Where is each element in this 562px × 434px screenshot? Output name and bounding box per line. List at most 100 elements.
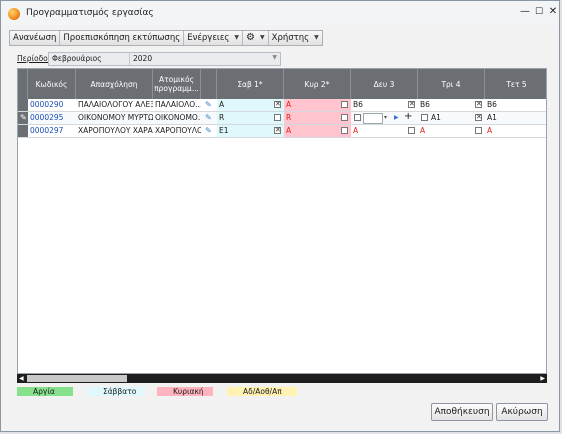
checkbox-checked[interactable]: ✕ xyxy=(274,101,281,108)
checkbox[interactable] xyxy=(341,101,348,108)
close-icon[interactable]: ✕ xyxy=(546,6,560,18)
print-preview-button[interactable]: Προεπισκόπηση εκτύπωσης xyxy=(60,31,185,45)
checkbox[interactable] xyxy=(274,114,281,121)
checkbox-checked[interactable]: ✕ xyxy=(475,114,482,121)
window-title: Προγραμματισμός εργασίας xyxy=(26,8,154,18)
table-row[interactable]: 0000297 ΧΑΡΟΠΟΥΛΟΥ ΧΑΡΑ Α... ΧΑΡΟΠΟΥΛΟ..… xyxy=(18,125,546,138)
shift-code: R xyxy=(219,113,225,122)
toolbar: Ανανέωση Προεπισκόπηση εκτύπωσης Ενέργει… xyxy=(9,30,323,46)
checkbox-checked[interactable]: ✕ xyxy=(475,101,482,108)
app-icon xyxy=(8,8,20,20)
cell-day-4[interactable]: A xyxy=(418,125,485,137)
checkbox-checked[interactable]: ✕ xyxy=(274,127,281,134)
shift-code: A xyxy=(286,126,292,135)
header-employment[interactable]: Απασχόληση xyxy=(76,69,153,99)
cell-code: 0000295 xyxy=(30,113,64,122)
legend-leave: Αδ/Αοθ/Απ xyxy=(227,386,299,396)
minimize-icon[interactable]: — xyxy=(518,6,532,18)
header-edit xyxy=(201,69,217,99)
shift-code: A1 xyxy=(431,113,441,122)
header-day-3[interactable]: Δευ 3 xyxy=(351,69,418,99)
shift-code: A xyxy=(353,126,359,135)
pencil-icon[interactable]: ✎ xyxy=(205,113,212,122)
cell-day-5[interactable]: A1 xyxy=(485,112,546,124)
play-icon[interactable]: ▶ xyxy=(394,112,399,124)
cell-day-3[interactable]: B6 ✕ xyxy=(351,99,418,111)
cell-program: ΧΑΡΟΠΟΥΛΟ... xyxy=(155,126,201,135)
cell-day-2[interactable]: A xyxy=(284,99,351,111)
chevron-down-icon[interactable]: ▾ xyxy=(384,112,387,124)
pencil-icon[interactable]: ✎ xyxy=(205,100,212,109)
sunday-swatch: Κυριακή xyxy=(157,386,213,396)
refresh-label: Ανανέωση xyxy=(13,33,57,43)
actions-menu-button[interactable]: Ενέργειες ▼ xyxy=(184,31,244,45)
cell-employment: ΧΑΡΟΠΟΥΛΟΥ ΧΑΡΑ Α... xyxy=(78,126,153,135)
period-selector[interactable]: Φεβρουάριος 2020 ▼ xyxy=(48,52,281,66)
title-bar: Προγραμματισμός εργασίας — ☐ ✕ xyxy=(1,1,559,25)
legend-holiday-label: Αργία xyxy=(33,386,55,396)
cell-code: 0000297 xyxy=(30,126,64,135)
cell-day-2[interactable]: R xyxy=(284,112,351,124)
cell-employment: ΠΑΛΑΙΟΛΟΓΟΥ ΑΛΕΞ... xyxy=(78,100,153,109)
row-marker[interactable] xyxy=(18,125,28,137)
shift-code: A xyxy=(219,100,225,109)
shift-input[interactable] xyxy=(363,113,383,124)
header-code[interactable]: Κωδικός xyxy=(28,69,76,99)
scroll-right-icon[interactable]: ▶ xyxy=(540,374,545,383)
cancel-button[interactable]: Ακύρωση xyxy=(496,403,548,421)
cell-day-4[interactable]: B6 ✕ xyxy=(418,99,485,111)
checkbox[interactable] xyxy=(341,114,348,121)
gear-icon: ⚙ xyxy=(246,32,255,43)
chevron-down-icon: ▼ xyxy=(272,54,277,61)
cell-day-4[interactable]: A1 ✕ xyxy=(418,112,485,124)
cell-employment: ΟΙΚΟΝΟΜΟΥ ΜΥΡΤΩ ... xyxy=(78,113,153,122)
shift-code: R xyxy=(286,113,292,122)
schedule-grid: Κωδικός Απασχόληση Ατομικός προγραμμ... … xyxy=(17,68,547,374)
cell-day-1[interactable]: A ✕ xyxy=(217,99,284,111)
header-row-marker xyxy=(18,69,28,99)
header-day-4[interactable]: Τρι 4 xyxy=(418,69,485,99)
pencil-icon[interactable]: ✎ xyxy=(205,126,212,135)
user-menu-button[interactable]: Χρήστης ▼ xyxy=(269,31,322,45)
shift-code: A xyxy=(286,100,292,109)
table-row[interactable]: 0000290 ΠΑΛΑΙΟΛΟΓΟΥ ΑΛΕΞ... ΠΑΛΑΙΟΛΟ... … xyxy=(18,99,546,112)
table-row[interactable]: ✎ 0000295 ΟΙΚΟΝΟΜΟΥ ΜΥΡΤΩ ... ΟΙΚΟΝΟΜΟ..… xyxy=(18,112,546,125)
scroll-left-icon[interactable]: ◀ xyxy=(19,374,24,383)
shift-code: E1 xyxy=(219,126,229,135)
cell-day-1[interactable]: E1 ✕ xyxy=(217,125,284,137)
checkbox[interactable] xyxy=(475,127,482,134)
checkbox[interactable] xyxy=(354,114,361,121)
cell-day-2[interactable]: A xyxy=(284,125,351,137)
checkbox[interactable] xyxy=(421,114,428,121)
dialog-window: Προγραμματισμός εργασίας — ☐ ✕ Ανανέωση … xyxy=(0,0,560,432)
header-program[interactable]: Ατομικός προγραμμ... xyxy=(153,69,201,99)
cell-program: ΟΙΚΟΝΟΜΟ... xyxy=(155,113,201,122)
cell-day-1[interactable]: R xyxy=(217,112,284,124)
holiday-swatch: Αργία xyxy=(17,386,73,396)
plus-icon[interactable]: + xyxy=(404,112,412,123)
header-day-5[interactable]: Τετ 5 xyxy=(485,69,546,99)
cell-day-5[interactable]: A xyxy=(485,125,546,137)
period-year: 2020 xyxy=(133,54,153,63)
chevron-down-icon: ▼ xyxy=(314,34,319,41)
cell-day-5[interactable]: B6 xyxy=(485,99,546,111)
settings-menu-button[interactable]: ⚙ ▼ xyxy=(243,31,269,45)
cell-day-3-editor[interactable]: ▾ ▶ + xyxy=(351,112,418,124)
saturday-swatch: Σάββατο xyxy=(87,386,143,396)
checkbox[interactable] xyxy=(341,127,348,134)
scrollbar-thumb[interactable] xyxy=(27,375,127,382)
checkbox-checked[interactable]: ✕ xyxy=(408,101,415,108)
header-day-2[interactable]: Κυρ 2* xyxy=(284,69,351,99)
row-marker[interactable] xyxy=(18,99,28,111)
horizontal-scrollbar[interactable]: ◀ ▶ xyxy=(17,374,547,383)
row-marker-current[interactable]: ✎ xyxy=(18,112,28,124)
shift-code: B6 xyxy=(487,100,497,109)
checkbox[interactable] xyxy=(408,127,415,134)
refresh-button[interactable]: Ανανέωση xyxy=(10,31,61,45)
legend-sunday: Κυριακή xyxy=(157,386,215,396)
legend-holiday: Αργία xyxy=(17,386,75,396)
header-day-1[interactable]: Σαβ 1* xyxy=(217,69,284,99)
maximize-icon[interactable]: ☐ xyxy=(532,6,546,18)
cell-day-3[interactable]: A xyxy=(351,125,418,137)
save-button[interactable]: Αποθήκευση xyxy=(431,403,493,421)
